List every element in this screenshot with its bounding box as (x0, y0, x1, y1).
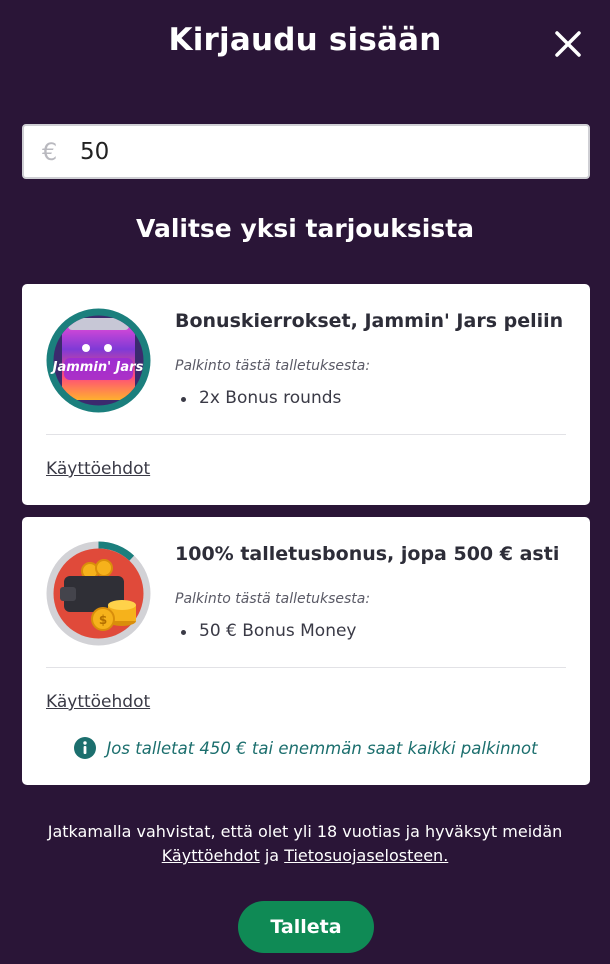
offer-title: Bonuskierrokset, Jammin' Jars peliin (175, 310, 564, 332)
reward-caption: Palkinto tästä talletuksesta: (175, 591, 371, 607)
wallet-coins-icon: $ (46, 541, 151, 646)
info-note: Jos talletat 450 € tai enemmän saat kaik… (22, 737, 590, 759)
reward-item: 2x Bonus rounds (175, 388, 341, 408)
divider (46, 434, 566, 435)
modal-header: Kirjaudu sisään (0, 0, 610, 86)
reward-list: 2x Bonus rounds (175, 388, 341, 408)
game-logo-text: Jammin' Jars (50, 360, 144, 375)
deposit-amount-input[interactable] (80, 131, 560, 172)
legal-conjunction: ja (264, 846, 280, 865)
info-note-text: Jos talletat 450 € tai enemmän saat kaik… (106, 738, 538, 758)
reward-item: 50 € Bonus Money (175, 621, 357, 641)
page-title: Kirjaudu sisään (168, 22, 442, 58)
terms-link[interactable]: Käyttöehdot (46, 459, 150, 479)
offers-heading: Valitse yksi tarjouksista (135, 214, 475, 243)
terms-link[interactable]: Käyttöehdot (46, 692, 150, 712)
close-button[interactable] (550, 26, 586, 62)
deposit-amount-field[interactable]: € (22, 124, 590, 179)
close-icon (555, 31, 581, 57)
footer-privacy-link[interactable]: Tietosuojaselosteen. (284, 846, 448, 865)
footer-terms-link[interactable]: Käyttöehdot (162, 846, 260, 865)
deposit-button[interactable]: Talleta (238, 901, 374, 953)
reward-caption: Palkinto tästä talletuksesta: (175, 358, 371, 374)
reward-list: 50 € Bonus Money (175, 621, 357, 641)
euro-icon: € (42, 137, 58, 166)
legal-notice: Jatkamalla vahvistat, että olet yli 18 v… (0, 820, 610, 868)
divider (46, 667, 566, 668)
offer-card-deposit-bonus[interactable]: $ 100% talletusbonus, jopa 500 € asti Pa… (22, 517, 590, 785)
offer-card-jammin-jars[interactable]: Jammin' Jars Bonuskierrokset, Jammin' Ja… (22, 284, 590, 505)
legal-notice-text: Jatkamalla vahvistat, että olet yli 18 v… (47, 822, 563, 841)
offer-title: 100% talletusbonus, jopa 500 € asti (175, 543, 560, 565)
svg-text:$: $ (99, 613, 107, 627)
info-icon (74, 737, 97, 759)
jammin-jars-game-icon: Jammin' Jars (46, 308, 151, 413)
